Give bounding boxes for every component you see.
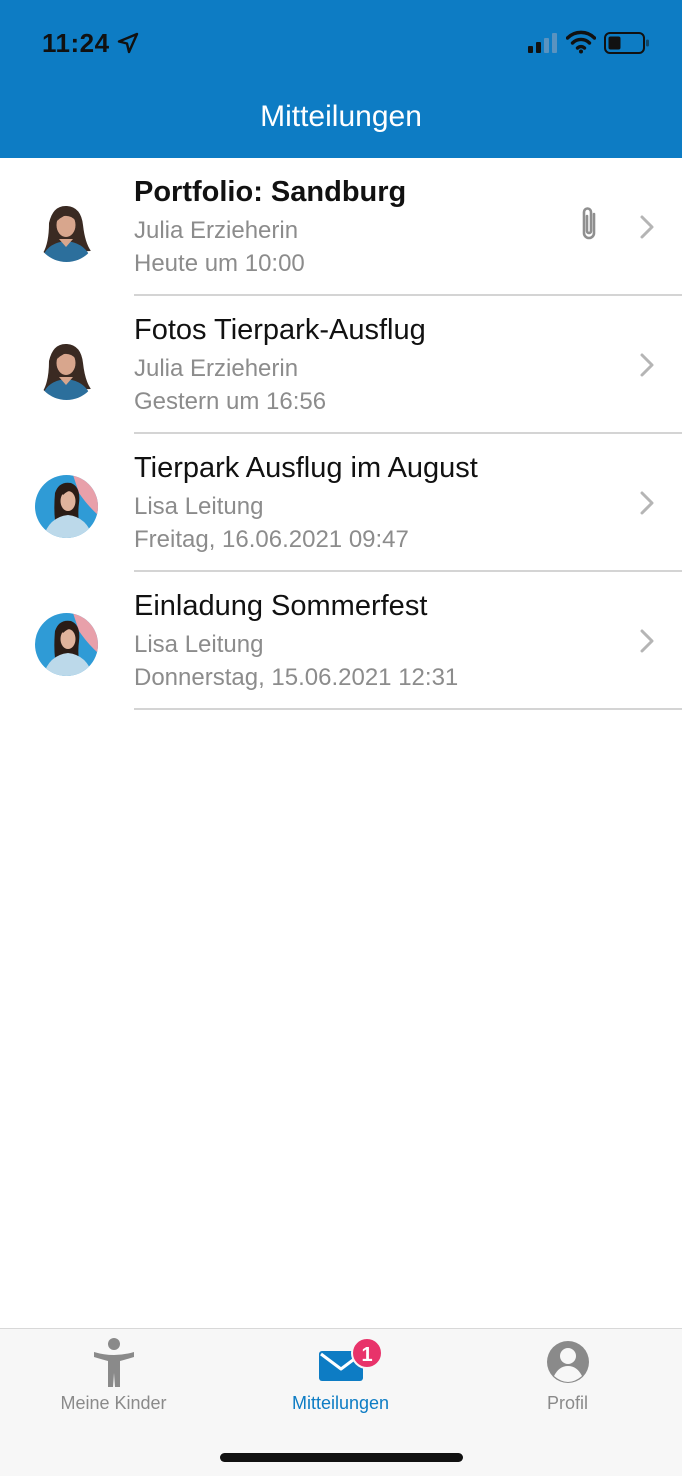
wifi-icon: [566, 30, 596, 54]
tab-bar: Meine Kinder 1 Mitteilungen Profil: [0, 1328, 682, 1476]
message-sender: Julia Erzieherin: [134, 355, 299, 382]
page-title: Mitteilungen: [260, 100, 422, 133]
divider: [134, 708, 682, 710]
tab-meine-kinder[interactable]: Meine Kinder: [0, 1329, 227, 1429]
message-row[interactable]: Portfolio: Sandburg Julia Erzieherin Heu…: [0, 158, 682, 296]
chevron-right-icon: [640, 629, 654, 653]
message-row[interactable]: Fotos Tierpark-Ausflug Julia Erzieherin …: [0, 296, 682, 434]
tab-mitteilungen[interactable]: 1 Mitteilungen: [227, 1329, 454, 1429]
location-arrow-icon: [117, 32, 139, 54]
message-sender: Lisa Leitung: [134, 493, 264, 520]
tab-label: Profil: [546, 1393, 588, 1413]
chevron-right-icon: [640, 215, 654, 239]
child-figure-icon: [93, 1338, 134, 1387]
status-time: 11:24: [42, 28, 110, 58]
message-title: Tierpark Ausflug im August: [134, 452, 478, 484]
navigation-header: 11:24 Mitteilungen: [0, 0, 682, 158]
home-indicator: [220, 1453, 463, 1462]
message-title: Fotos Tierpark-Ausflug: [134, 314, 426, 346]
message-list: Portfolio: Sandburg Julia Erzieherin Heu…: [0, 158, 682, 710]
avatar: [35, 337, 98, 400]
message-title: Einladung Sommerfest: [134, 590, 428, 622]
message-row[interactable]: Einladung Sommerfest Lisa Leitung Donner…: [0, 572, 682, 710]
avatar: [35, 199, 98, 262]
tab-label: Meine Kinder: [60, 1393, 167, 1413]
message-sender: Lisa Leitung: [134, 631, 264, 658]
message-date: Donnerstag, 15.06.2021 12:31: [134, 664, 459, 691]
tab-profil[interactable]: Profil: [454, 1329, 681, 1429]
battery-icon: [604, 32, 649, 54]
profile-icon: [546, 1341, 589, 1383]
message-title: Portfolio: Sandburg: [134, 176, 407, 208]
message-date: Heute um 10:00: [134, 250, 305, 277]
cellular-signal-icon: [528, 33, 557, 53]
chevron-right-icon: [640, 491, 654, 515]
message-sender: Julia Erzieherin: [134, 217, 299, 244]
paperclip-icon: [582, 207, 596, 240]
message-date: Gestern um 16:56: [134, 388, 327, 415]
avatar: [35, 475, 98, 538]
message-date: Freitag, 16.06.2021 09:47: [134, 526, 409, 553]
avatar: [35, 613, 98, 676]
tab-label: Mitteilungen: [291, 1393, 390, 1413]
unread-badge: 1: [351, 1337, 383, 1369]
message-row[interactable]: Tierpark Ausflug im August Lisa Leitung …: [0, 434, 682, 572]
chevron-right-icon: [640, 353, 654, 377]
